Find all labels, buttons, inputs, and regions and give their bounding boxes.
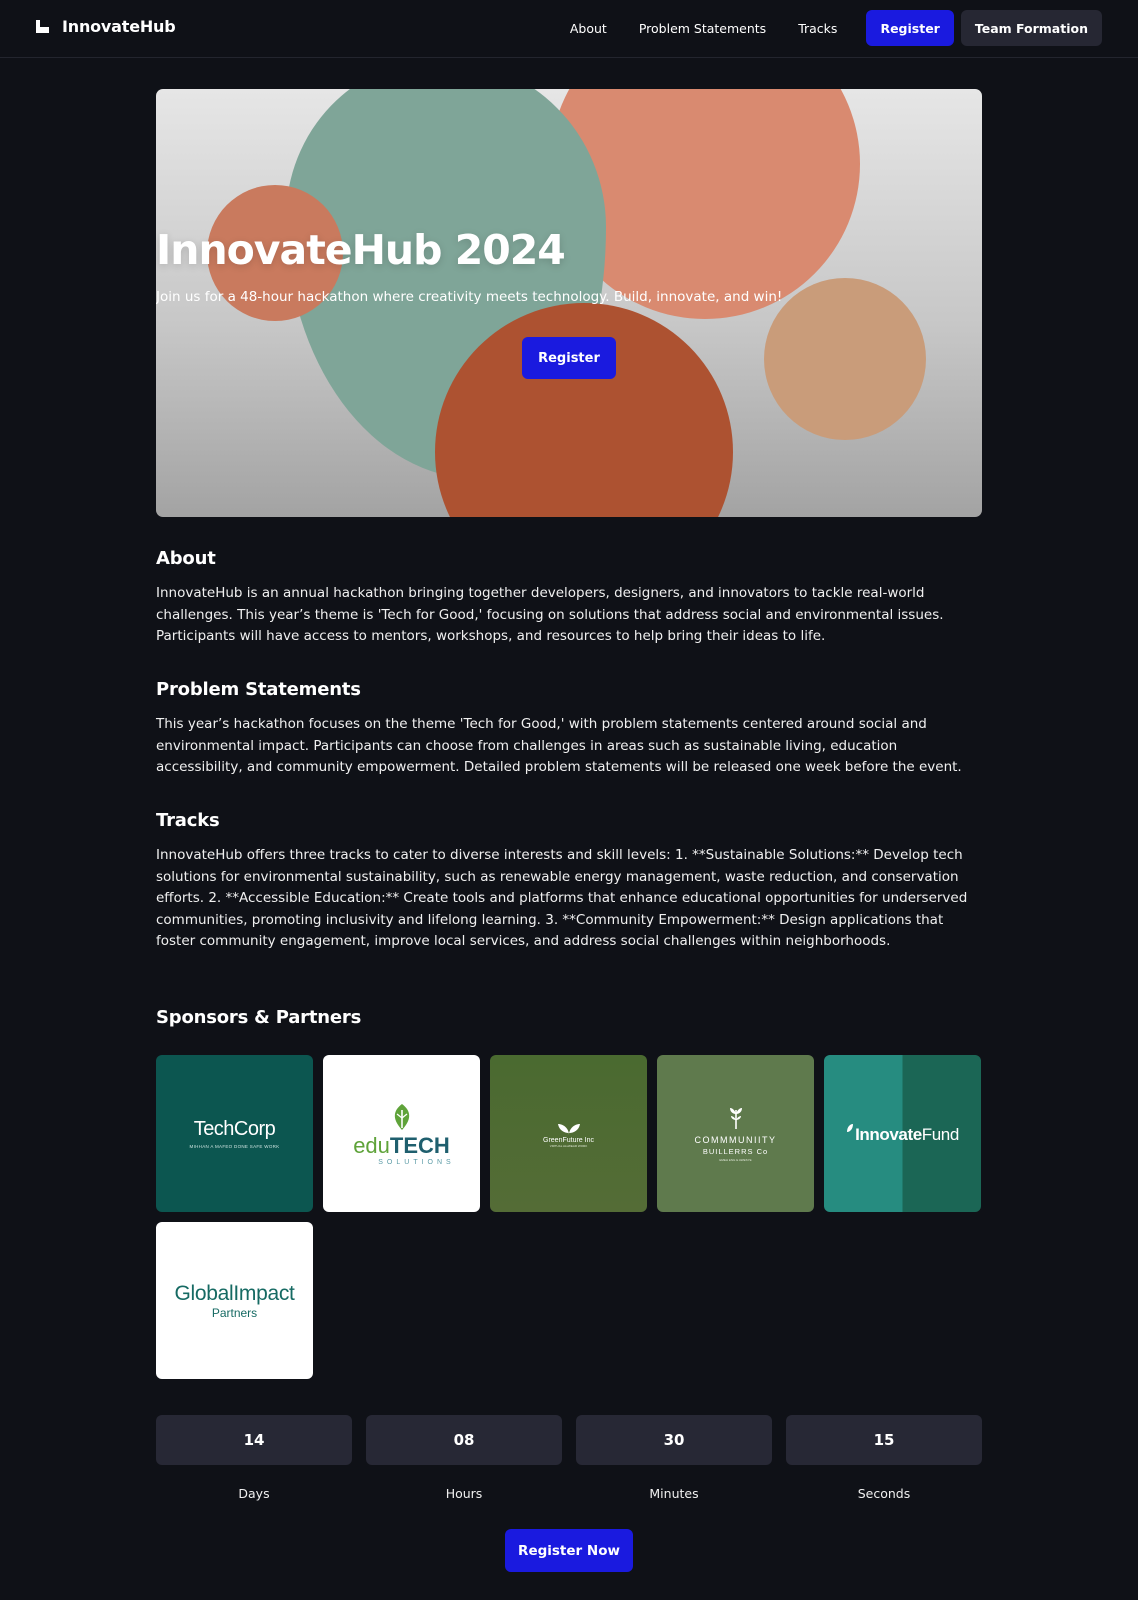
site-header: InnovateHub About Problem Statements Tra… bbox=[0, 0, 1138, 58]
sponsor-logo-subtext: BUILLERRS Co bbox=[702, 1146, 769, 1156]
sponsor-tagline: EMEH ENG E AWESYE bbox=[719, 1157, 752, 1162]
nav-register-button[interactable]: Register bbox=[866, 10, 954, 46]
sponsor-logo-text: Innovate Fund bbox=[846, 1123, 959, 1145]
sponsor-tagline: MIHHAN A MAFEO DONE SAFE WORK bbox=[189, 1144, 280, 1149]
countdown-seconds-value: 15 bbox=[786, 1415, 982, 1465]
countdown-minutes-value: 30 bbox=[576, 1415, 772, 1465]
hero-title: InnovateHub 2024 bbox=[156, 226, 566, 274]
brand[interactable]: InnovateHub bbox=[36, 17, 176, 36]
nav-link-about[interactable]: About bbox=[570, 21, 607, 36]
sponsor-logo-text: COMMMUNIITY bbox=[694, 1134, 777, 1145]
sponsor-tagline: SOLUTIONS bbox=[378, 1158, 455, 1166]
countdown-hours-value: 08 bbox=[366, 1415, 562, 1465]
tracks-heading: Tracks bbox=[156, 810, 220, 831]
nav-link-tracks[interactable]: Tracks bbox=[798, 21, 837, 36]
sponsor-logo-part-a: edu bbox=[353, 1132, 390, 1158]
brand-name: InnovateHub bbox=[62, 17, 176, 36]
countdown-days-value: 14 bbox=[156, 1415, 352, 1465]
hero-subtitle: Join us for a 48-hour hackathon where cr… bbox=[156, 289, 783, 305]
countdown-minutes-label: Minutes bbox=[649, 1486, 699, 1501]
sponsor-logo-text: GreenFuture Inc bbox=[543, 1136, 594, 1144]
tracks-section: Tracks InnovateHub offers three tracks t… bbox=[156, 810, 982, 953]
hero-banner: InnovateHub 2024 Join us for a 48-hour h… bbox=[156, 89, 982, 517]
tracks-text: InnovateHub offers three tracks to cater… bbox=[156, 847, 968, 949]
problem-statements-text: This year’s hackathon focuses on the the… bbox=[156, 716, 962, 775]
leaf-icon bbox=[847, 1123, 854, 1132]
register-now-button[interactable]: Register Now bbox=[505, 1529, 633, 1572]
sponsor-tagline: VIRTUAL ALLWEAR WORK bbox=[549, 1143, 588, 1148]
countdown-timer: 14 08 30 15 Days Hours Minutes Seconds bbox=[156, 1415, 982, 1515]
sponsor-edutech[interactable]: eduTECH SOLUTIONS bbox=[323, 1055, 480, 1212]
sponsor-greenfuture[interactable]: GreenFuture Inc VIRTUAL ALLWEAR WORK bbox=[490, 1055, 647, 1212]
countdown-seconds-label: Seconds bbox=[857, 1486, 911, 1501]
sponsor-logo-text: eduTECH bbox=[353, 1133, 450, 1159]
countdown-hours-label: Hours bbox=[445, 1486, 483, 1501]
main-nav: About Problem Statements Tracks Register… bbox=[570, 10, 1102, 46]
sponsor-logo-part-b: TECH bbox=[389, 1132, 450, 1158]
countdown-days-label: Days bbox=[238, 1486, 270, 1501]
sponsors-heading: Sponsors & Partners bbox=[156, 1007, 362, 1028]
sponsor-community-builders[interactable]: COMMMUNIITY BUILLERRS Co EMEH ENG E AWES… bbox=[657, 1055, 814, 1212]
sponsor-globalimpact[interactable]: GlobalImpact Partners bbox=[156, 1222, 313, 1379]
team-formation-button[interactable]: Team Formation bbox=[960, 10, 1102, 46]
about-section: About InnovateHub is an annual hackathon… bbox=[156, 548, 982, 648]
sponsor-logo-text: TechCorp bbox=[193, 1118, 276, 1140]
sponsors-section: Sponsors & Partners bbox=[156, 1007, 982, 1042]
sponsor-logo-part-a: Innovate bbox=[855, 1124, 922, 1144]
sponsor-techcorp[interactable]: TechCorp MIHHAN A MAFEO DONE SAFE WORK bbox=[156, 1055, 313, 1212]
sponsor-logo-subtext: Partners bbox=[211, 1305, 258, 1320]
hero-register-button[interactable]: Register bbox=[522, 337, 616, 379]
problem-statements-heading: Problem Statements bbox=[156, 679, 361, 700]
nav-link-problem-statements[interactable]: Problem Statements bbox=[639, 21, 766, 36]
sponsors-grid: TechCorp MIHHAN A MAFEO DONE SAFE WORK e… bbox=[156, 1055, 982, 1381]
about-text: InnovateHub is an annual hackathon bring… bbox=[156, 585, 944, 644]
about-heading: About bbox=[156, 548, 216, 569]
tree-icon bbox=[729, 1107, 742, 1129]
problem-statements-section: Problem Statements This year’s hackathon… bbox=[156, 679, 982, 779]
leaf-icon bbox=[394, 1103, 409, 1130]
sprout-icon bbox=[557, 1123, 580, 1135]
sponsor-logo-text: GlobalImpact bbox=[174, 1281, 295, 1305]
sponsor-innovatefund[interactable]: Innovate Fund bbox=[824, 1055, 981, 1212]
sponsor-logo-part-b: Fund bbox=[921, 1124, 960, 1144]
brand-logo-icon bbox=[36, 20, 49, 33]
